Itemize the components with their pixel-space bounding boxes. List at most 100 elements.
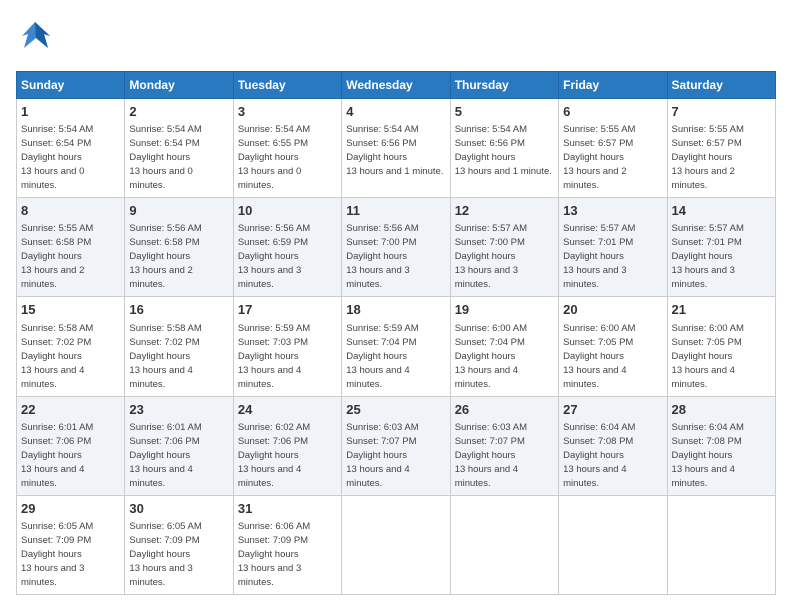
calendar-day-cell: 25 Sunrise: 6:03 AM Sunset: 7:07 PM Dayl… bbox=[342, 396, 450, 495]
calendar-day-cell: 24 Sunrise: 6:02 AM Sunset: 7:06 PM Dayl… bbox=[233, 396, 341, 495]
day-number: 21 bbox=[672, 301, 771, 319]
calendar-day-cell: 21 Sunrise: 6:00 AM Sunset: 7:05 PM Dayl… bbox=[667, 297, 775, 396]
day-info: Sunrise: 6:01 AM Sunset: 7:06 PM Dayligh… bbox=[129, 422, 201, 489]
calendar-day-cell bbox=[667, 495, 775, 594]
day-info: Sunrise: 5:55 AM Sunset: 6:57 PM Dayligh… bbox=[563, 124, 635, 191]
calendar-body: 1 Sunrise: 5:54 AM Sunset: 6:54 PM Dayli… bbox=[17, 99, 776, 595]
day-number: 16 bbox=[129, 301, 228, 319]
day-info: Sunrise: 5:58 AM Sunset: 7:02 PM Dayligh… bbox=[129, 323, 201, 390]
day-info: Sunrise: 6:06 AM Sunset: 7:09 PM Dayligh… bbox=[238, 521, 310, 588]
calendar-day-cell: 6 Sunrise: 5:55 AM Sunset: 6:57 PM Dayli… bbox=[559, 99, 667, 198]
day-info: Sunrise: 5:54 AM Sunset: 6:55 PM Dayligh… bbox=[238, 124, 310, 191]
day-info: Sunrise: 6:00 AM Sunset: 7:05 PM Dayligh… bbox=[563, 323, 635, 390]
day-number: 8 bbox=[21, 202, 120, 220]
day-number: 1 bbox=[21, 103, 120, 121]
day-number: 23 bbox=[129, 401, 228, 419]
day-number: 2 bbox=[129, 103, 228, 121]
calendar-day-cell bbox=[450, 495, 558, 594]
day-info: Sunrise: 5:54 AM Sunset: 6:54 PM Dayligh… bbox=[129, 124, 201, 191]
day-number: 3 bbox=[238, 103, 337, 121]
day-info: Sunrise: 5:59 AM Sunset: 7:03 PM Dayligh… bbox=[238, 323, 310, 390]
day-info: Sunrise: 6:01 AM Sunset: 7:06 PM Dayligh… bbox=[21, 422, 93, 489]
day-info: Sunrise: 6:03 AM Sunset: 7:07 PM Dayligh… bbox=[455, 422, 527, 489]
calendar-day-cell: 18 Sunrise: 5:59 AM Sunset: 7:04 PM Dayl… bbox=[342, 297, 450, 396]
day-number: 20 bbox=[563, 301, 662, 319]
day-info: Sunrise: 5:55 AM Sunset: 6:58 PM Dayligh… bbox=[21, 223, 93, 290]
day-info: Sunrise: 5:57 AM Sunset: 7:01 PM Dayligh… bbox=[563, 223, 635, 290]
calendar-day-cell: 9 Sunrise: 5:56 AM Sunset: 6:58 PM Dayli… bbox=[125, 198, 233, 297]
calendar-day-cell: 3 Sunrise: 5:54 AM Sunset: 6:55 PM Dayli… bbox=[233, 99, 341, 198]
day-number: 4 bbox=[346, 103, 445, 121]
day-number: 15 bbox=[21, 301, 120, 319]
day-number: 22 bbox=[21, 401, 120, 419]
weekday-header-cell: Saturday bbox=[667, 72, 775, 99]
calendar-day-cell: 16 Sunrise: 5:58 AM Sunset: 7:02 PM Dayl… bbox=[125, 297, 233, 396]
day-number: 28 bbox=[672, 401, 771, 419]
calendar-day-cell: 23 Sunrise: 6:01 AM Sunset: 7:06 PM Dayl… bbox=[125, 396, 233, 495]
day-number: 6 bbox=[563, 103, 662, 121]
calendar-day-cell: 28 Sunrise: 6:04 AM Sunset: 7:08 PM Dayl… bbox=[667, 396, 775, 495]
calendar-day-cell: 26 Sunrise: 6:03 AM Sunset: 7:07 PM Dayl… bbox=[450, 396, 558, 495]
day-info: Sunrise: 6:05 AM Sunset: 7:09 PM Dayligh… bbox=[129, 521, 201, 588]
weekday-header-cell: Thursday bbox=[450, 72, 558, 99]
day-number: 5 bbox=[455, 103, 554, 121]
day-number: 29 bbox=[21, 500, 120, 518]
day-info: Sunrise: 6:03 AM Sunset: 7:07 PM Dayligh… bbox=[346, 422, 418, 489]
calendar-week-row: 22 Sunrise: 6:01 AM Sunset: 7:06 PM Dayl… bbox=[17, 396, 776, 495]
weekday-header-row: SundayMondayTuesdayWednesdayThursdayFrid… bbox=[17, 72, 776, 99]
calendar-day-cell: 7 Sunrise: 5:55 AM Sunset: 6:57 PM Dayli… bbox=[667, 99, 775, 198]
day-info: Sunrise: 5:56 AM Sunset: 6:59 PM Dayligh… bbox=[238, 223, 310, 290]
day-info: Sunrise: 5:58 AM Sunset: 7:02 PM Dayligh… bbox=[21, 323, 93, 390]
day-number: 31 bbox=[238, 500, 337, 518]
day-info: Sunrise: 5:54 AM Sunset: 6:56 PM Dayligh… bbox=[455, 124, 552, 177]
day-info: Sunrise: 5:56 AM Sunset: 6:58 PM Dayligh… bbox=[129, 223, 201, 290]
calendar-week-row: 1 Sunrise: 5:54 AM Sunset: 6:54 PM Dayli… bbox=[17, 99, 776, 198]
calendar-day-cell bbox=[342, 495, 450, 594]
calendar-table: SundayMondayTuesdayWednesdayThursdayFrid… bbox=[16, 71, 776, 595]
calendar-day-cell: 12 Sunrise: 5:57 AM Sunset: 7:00 PM Dayl… bbox=[450, 198, 558, 297]
calendar-day-cell: 20 Sunrise: 6:00 AM Sunset: 7:05 PM Dayl… bbox=[559, 297, 667, 396]
day-number: 30 bbox=[129, 500, 228, 518]
weekday-header-cell: Monday bbox=[125, 72, 233, 99]
day-info: Sunrise: 6:05 AM Sunset: 7:09 PM Dayligh… bbox=[21, 521, 93, 588]
logo-bird-icon bbox=[16, 18, 54, 61]
day-number: 13 bbox=[563, 202, 662, 220]
day-number: 25 bbox=[346, 401, 445, 419]
calendar-day-cell: 10 Sunrise: 5:56 AM Sunset: 6:59 PM Dayl… bbox=[233, 198, 341, 297]
calendar-day-cell: 11 Sunrise: 5:56 AM Sunset: 7:00 PM Dayl… bbox=[342, 198, 450, 297]
page-header bbox=[16, 16, 776, 61]
calendar-day-cell: 17 Sunrise: 5:59 AM Sunset: 7:03 PM Dayl… bbox=[233, 297, 341, 396]
calendar-day-cell: 14 Sunrise: 5:57 AM Sunset: 7:01 PM Dayl… bbox=[667, 198, 775, 297]
calendar-week-row: 15 Sunrise: 5:58 AM Sunset: 7:02 PM Dayl… bbox=[17, 297, 776, 396]
day-number: 27 bbox=[563, 401, 662, 419]
day-info: Sunrise: 5:59 AM Sunset: 7:04 PM Dayligh… bbox=[346, 323, 418, 390]
calendar-day-cell: 8 Sunrise: 5:55 AM Sunset: 6:58 PM Dayli… bbox=[17, 198, 125, 297]
calendar-day-cell: 4 Sunrise: 5:54 AM Sunset: 6:56 PM Dayli… bbox=[342, 99, 450, 198]
day-info: Sunrise: 5:56 AM Sunset: 7:00 PM Dayligh… bbox=[346, 223, 418, 290]
calendar-day-cell: 1 Sunrise: 5:54 AM Sunset: 6:54 PM Dayli… bbox=[17, 99, 125, 198]
weekday-header-cell: Friday bbox=[559, 72, 667, 99]
calendar-day-cell: 30 Sunrise: 6:05 AM Sunset: 7:09 PM Dayl… bbox=[125, 495, 233, 594]
weekday-header-cell: Tuesday bbox=[233, 72, 341, 99]
day-number: 18 bbox=[346, 301, 445, 319]
day-info: Sunrise: 6:04 AM Sunset: 7:08 PM Dayligh… bbox=[563, 422, 635, 489]
day-info: Sunrise: 6:04 AM Sunset: 7:08 PM Dayligh… bbox=[672, 422, 744, 489]
day-number: 26 bbox=[455, 401, 554, 419]
calendar-day-cell: 31 Sunrise: 6:06 AM Sunset: 7:09 PM Dayl… bbox=[233, 495, 341, 594]
day-number: 14 bbox=[672, 202, 771, 220]
calendar-week-row: 8 Sunrise: 5:55 AM Sunset: 6:58 PM Dayli… bbox=[17, 198, 776, 297]
weekday-header-cell: Sunday bbox=[17, 72, 125, 99]
day-number: 11 bbox=[346, 202, 445, 220]
calendar-day-cell: 5 Sunrise: 5:54 AM Sunset: 6:56 PM Dayli… bbox=[450, 99, 558, 198]
calendar-day-cell: 19 Sunrise: 6:00 AM Sunset: 7:04 PM Dayl… bbox=[450, 297, 558, 396]
calendar-day-cell: 15 Sunrise: 5:58 AM Sunset: 7:02 PM Dayl… bbox=[17, 297, 125, 396]
day-info: Sunrise: 5:57 AM Sunset: 7:01 PM Dayligh… bbox=[672, 223, 744, 290]
day-info: Sunrise: 6:00 AM Sunset: 7:04 PM Dayligh… bbox=[455, 323, 527, 390]
day-info: Sunrise: 5:57 AM Sunset: 7:00 PM Dayligh… bbox=[455, 223, 527, 290]
day-number: 19 bbox=[455, 301, 554, 319]
calendar-day-cell: 27 Sunrise: 6:04 AM Sunset: 7:08 PM Dayl… bbox=[559, 396, 667, 495]
day-info: Sunrise: 6:00 AM Sunset: 7:05 PM Dayligh… bbox=[672, 323, 744, 390]
calendar-week-row: 29 Sunrise: 6:05 AM Sunset: 7:09 PM Dayl… bbox=[17, 495, 776, 594]
day-number: 9 bbox=[129, 202, 228, 220]
calendar-day-cell: 22 Sunrise: 6:01 AM Sunset: 7:06 PM Dayl… bbox=[17, 396, 125, 495]
